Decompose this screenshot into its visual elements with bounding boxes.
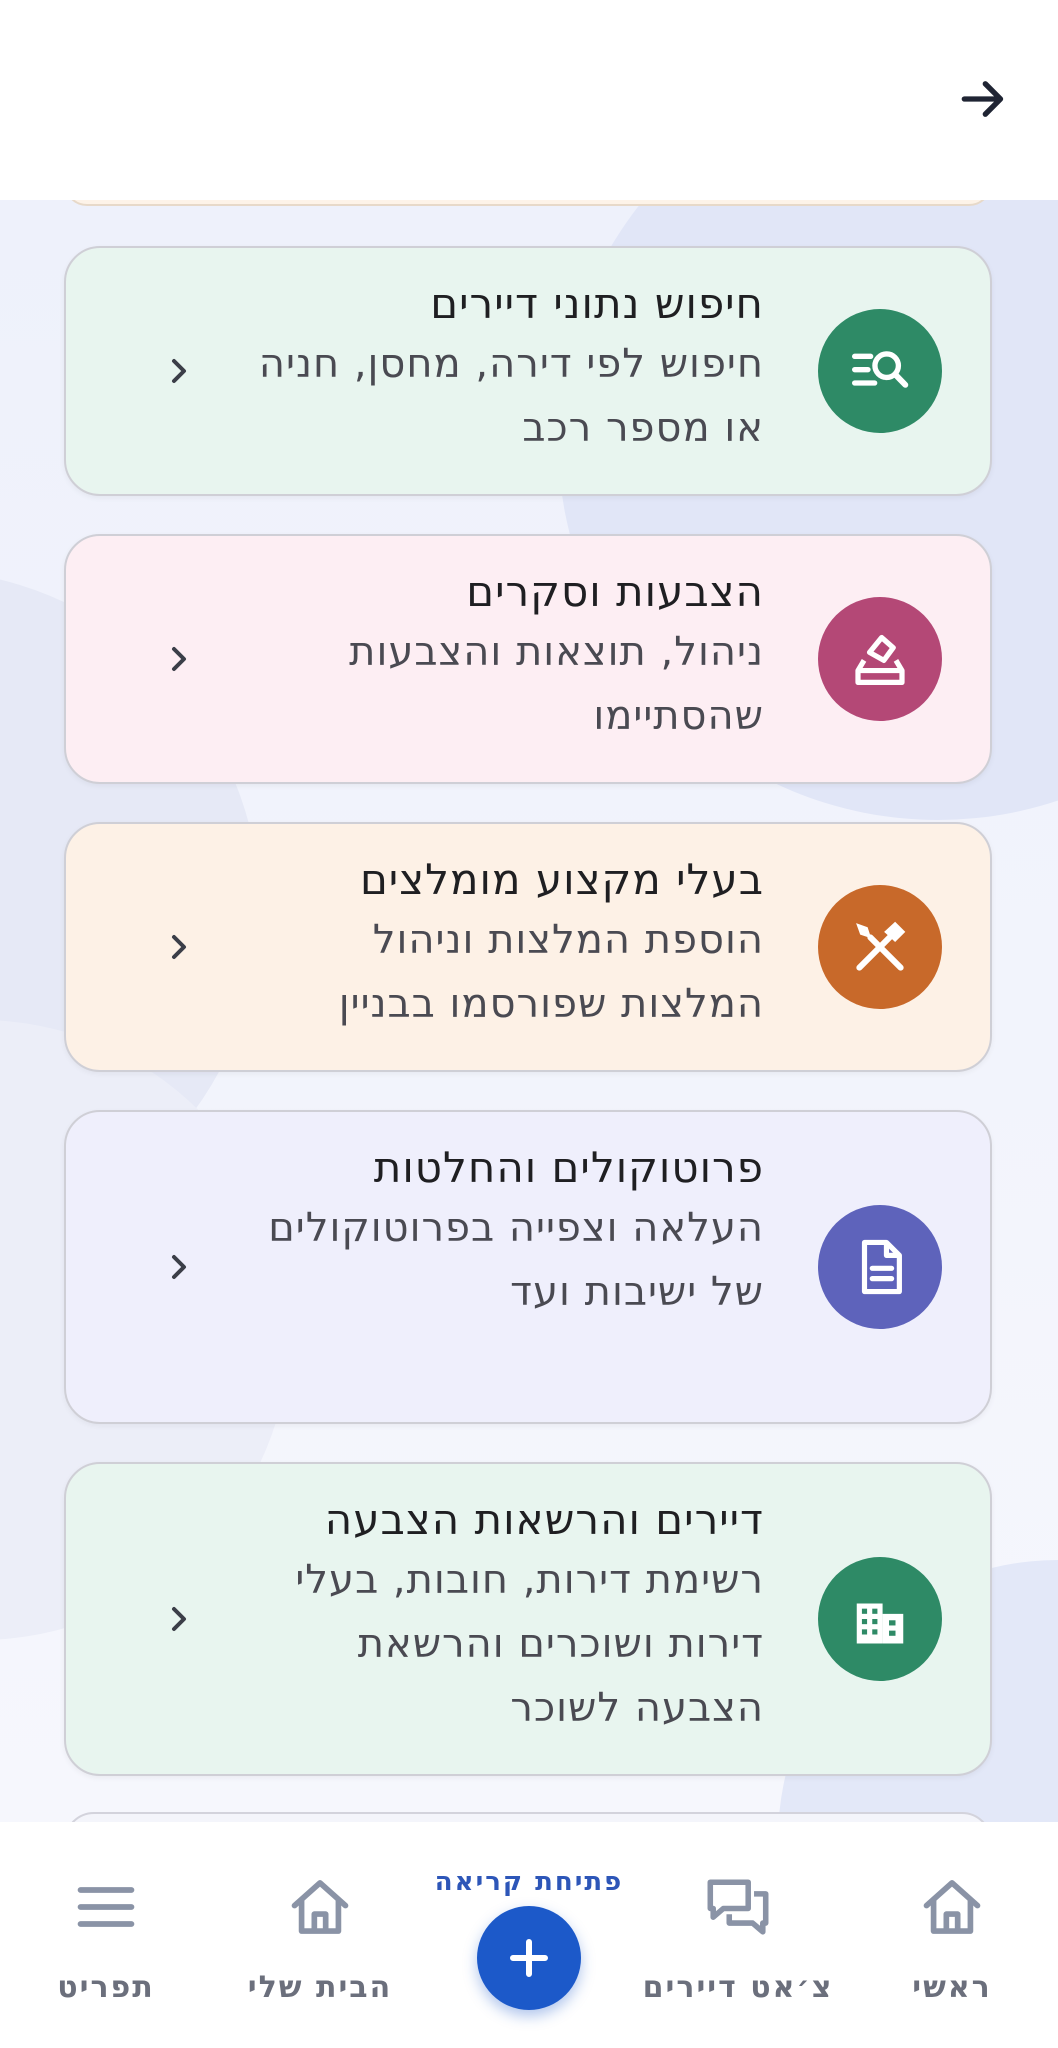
tools-icon bbox=[856, 921, 906, 971]
plus-icon bbox=[510, 1939, 548, 1977]
document-icon bbox=[861, 1239, 902, 1295]
card-text: חיפוש נתוני דיירים חיפוש לפי דירה, מחסן,… bbox=[244, 276, 764, 460]
card-title: דיירים והרשאות הצבעה bbox=[324, 1495, 764, 1544]
ballot-icon bbox=[855, 634, 905, 685]
nav-label: פתיחת קריאה bbox=[434, 1867, 624, 1897]
nav-label: הבית שלי bbox=[247, 1970, 393, 2005]
card-icon-circle bbox=[818, 1205, 942, 1329]
back-button[interactable] bbox=[948, 64, 1018, 134]
card-partial-bottom[interactable] bbox=[64, 1812, 992, 1822]
card-description: הוספת המלצות וניהול המלצות שפורסמו בבניי… bbox=[338, 917, 764, 1027]
search-list-icon bbox=[852, 351, 909, 388]
building-icon bbox=[856, 1603, 904, 1644]
open-ticket-button[interactable] bbox=[477, 1906, 581, 2010]
chat-icon bbox=[703, 1872, 773, 1942]
home-icon bbox=[917, 1872, 987, 1942]
card-description: רשימת דירות, חובות, בעלי דירות ושוכרים ו… bbox=[295, 1557, 764, 1731]
card-title: הצבעות וסקרים bbox=[466, 567, 764, 616]
card-icon-circle bbox=[818, 1557, 942, 1681]
chevron-left-icon bbox=[158, 927, 198, 967]
nav-open-ticket[interactable]: פתיחת קריאה bbox=[419, 1866, 639, 2010]
main-content: חיפוש נתוני דיירים חיפוש לפי דירה, מחסן,… bbox=[0, 200, 1058, 1822]
arrow-right-icon bbox=[961, 81, 1004, 117]
nav-label: ראשי bbox=[912, 1970, 992, 2005]
card-text: הצבעות וסקרים ניהול, תוצאות והצבעות שהסת… bbox=[244, 564, 764, 748]
card-title: חיפוש נתוני דיירים bbox=[430, 279, 764, 328]
card-text: בעלי מקצוע מומלצים הוספת המלצות וניהול ה… bbox=[244, 852, 764, 1036]
nav-my-home[interactable]: הבית שלי bbox=[210, 1872, 430, 2006]
nav-label: תפריט bbox=[57, 1970, 155, 2005]
card-text: דיירים והרשאות הצבעה רשימת דירות, חובות,… bbox=[244, 1492, 764, 1740]
app-header bbox=[0, 0, 1058, 200]
chevron-left-icon bbox=[158, 639, 198, 679]
menu-icon bbox=[71, 1872, 141, 1942]
card-title: בעלי מקצוע מומלצים bbox=[359, 855, 764, 904]
card-tenants-permissions[interactable]: דיירים והרשאות הצבעה רשימת דירות, חובות,… bbox=[64, 1462, 992, 1776]
card-recommended-pros[interactable]: בעלי מקצוע מומלצים הוספת המלצות וניהול ה… bbox=[64, 822, 992, 1072]
nav-home[interactable]: ראשי bbox=[842, 1872, 1058, 2006]
card-text: פרוטוקולים והחלטות העלאה וצפייה בפרוטוקו… bbox=[244, 1140, 764, 1324]
card-title: פרוטוקולים והחלטות bbox=[373, 1143, 764, 1192]
card-icon-circle bbox=[818, 309, 942, 433]
card-description: ניהול, תוצאות והצבעות שהסתיימו bbox=[349, 629, 764, 739]
card-icon-circle bbox=[818, 885, 942, 1009]
card-protocols-decisions[interactable]: פרוטוקולים והחלטות העלאה וצפייה בפרוטוקו… bbox=[64, 1110, 992, 1424]
bottom-navigation: ראשי צ׳אט דיירים פתיחת קריאה הבית שלי תפ… bbox=[0, 1822, 1058, 2048]
card-description: העלאה וצפייה בפרוטוקולים של ישיבות ועד bbox=[268, 1205, 764, 1315]
card-icon-circle bbox=[818, 597, 942, 721]
card-tenant-search[interactable]: חיפוש נתוני דיירים חיפוש לפי דירה, מחסן,… bbox=[64, 246, 992, 496]
nav-tenant-chat[interactable]: צ׳אט דיירים bbox=[628, 1872, 848, 2006]
chevron-left-icon bbox=[158, 1599, 198, 1639]
nav-menu[interactable]: תפריט bbox=[0, 1872, 216, 2006]
nav-label: צ׳אט דיירים bbox=[642, 1970, 834, 2005]
card-description: חיפוש לפי דירה, מחסן, חניה או מספר רכב bbox=[258, 341, 764, 451]
home-icon bbox=[285, 1872, 355, 1942]
chevron-left-icon bbox=[158, 1247, 198, 1287]
chevron-left-icon bbox=[158, 351, 198, 391]
card-partial-top[interactable] bbox=[64, 200, 992, 206]
card-votes-surveys[interactable]: הצבעות וסקרים ניהול, תוצאות והצבעות שהסת… bbox=[64, 534, 992, 784]
